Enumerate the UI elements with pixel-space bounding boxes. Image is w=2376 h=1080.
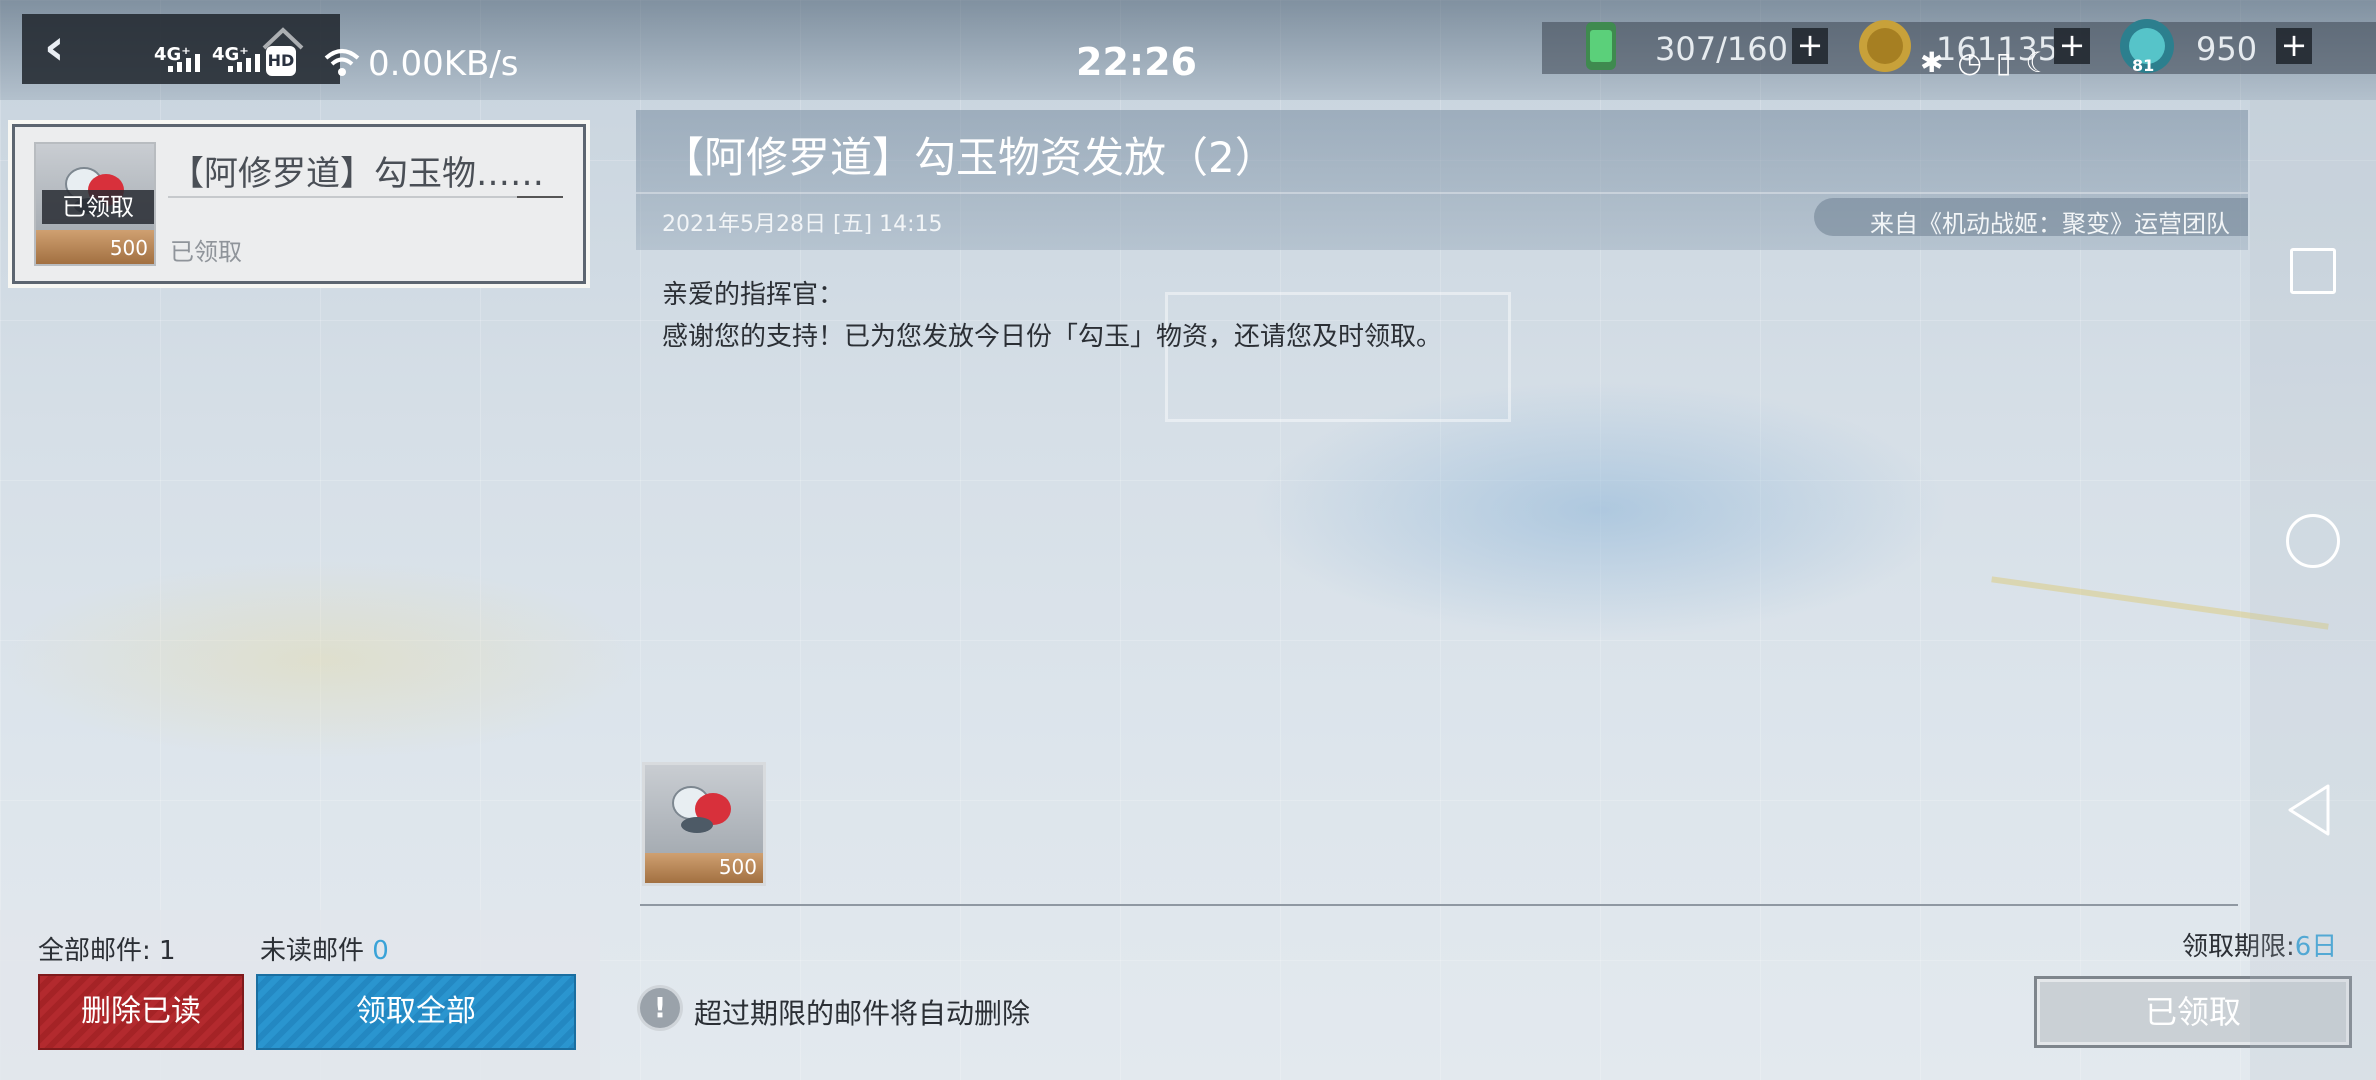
magatama-icon xyxy=(672,786,731,833)
signal-1-bars-icon xyxy=(168,54,200,72)
mail-list-item[interactable]: 已领取 500 【阿修罗道】勾玉物…… 已领取 xyxy=(8,120,590,288)
bluetooth-icon: ✱ xyxy=(1920,46,1944,79)
add-coins-button[interactable]: + xyxy=(2054,28,2090,64)
add-stamina-button[interactable]: + xyxy=(1792,28,1828,64)
moon-icon: ☾ xyxy=(2025,46,2051,79)
add-gems-button[interactable]: + xyxy=(2276,28,2312,64)
mail-sender: 来自《机动战姬：聚变》运营团队 xyxy=(1870,210,2230,238)
back-nav-icon[interactable] xyxy=(2284,782,2334,838)
stamina-icon xyxy=(1586,22,1616,70)
mail-item-divider-accent xyxy=(517,196,563,198)
unread-mail-label: 未读邮件 xyxy=(260,936,365,966)
attachment-item[interactable]: 500 xyxy=(642,762,766,886)
background-scene-glow xyxy=(0,560,640,760)
expiry-notice: 超过期限的邮件将自动删除 xyxy=(694,997,1031,1030)
mail-item-divider xyxy=(168,196,563,198)
mail-item-thumbnail: 已领取 500 xyxy=(34,142,156,266)
unread-mail-count: 未读邮件 0 xyxy=(260,930,389,967)
unread-mail-value: 0 xyxy=(372,936,389,966)
mail-detail-header: 【阿修罗道】勾玉物资发放（2） 2021年5月28日 [五] 14:15 来自《… xyxy=(636,110,2248,250)
total-mail-value: 1 xyxy=(159,936,176,966)
stamina-value: 307/160 xyxy=(1655,30,1788,68)
mail-summary-panel: 全部邮件: 1 未读邮件 0 删除已读 领取全部 xyxy=(0,910,600,1080)
system-status-icons: ✱ ◷ ▯ ☾ xyxy=(1920,46,2050,79)
mail-item-title: 【阿修罗道】勾玉物…… xyxy=(170,154,544,194)
thumbnail-count: 500 xyxy=(109,236,148,260)
mail-item-status: 已领取 xyxy=(170,238,242,266)
level-badge: 81 xyxy=(2132,56,2155,75)
background-frame xyxy=(1165,292,1511,422)
network-speed: 0.00KB/s xyxy=(368,44,519,84)
home-nav-icon[interactable] xyxy=(2286,514,2340,568)
claim-all-button[interactable]: 领取全部 xyxy=(256,974,576,1050)
alarm-icon: ◷ xyxy=(1957,46,1982,79)
total-mail-label: 全部邮件: xyxy=(38,936,151,966)
attachment-count: 500 xyxy=(718,855,757,879)
mail-detail-date: 2021年5月28日 [五] 14:15 xyxy=(662,212,943,237)
attachment-divider xyxy=(640,904,2238,906)
gems-value: 950 xyxy=(2196,30,2258,68)
coin-icon xyxy=(1859,20,1911,72)
recent-apps-icon[interactable] xyxy=(2290,248,2336,294)
warning-icon: ! xyxy=(640,988,680,1028)
mail-greeting: 亲爱的指挥官： xyxy=(662,280,845,310)
wifi-icon xyxy=(324,49,360,76)
signal-2-bars-icon xyxy=(228,54,260,72)
android-nav-bar xyxy=(2250,100,2376,1080)
mail-detail-title: 【阿修罗道】勾玉物资发放（2） xyxy=(662,133,1277,182)
claimed-ribbon: 已领取 xyxy=(42,190,154,224)
total-mail-count: 全部邮件: 1 xyxy=(38,930,176,967)
back-chevron-icon[interactable]: ‹ xyxy=(44,22,74,72)
sender-pill: 来自《机动战姬：聚变》运营团队 xyxy=(1814,198,2248,238)
delete-read-button[interactable]: 删除已读 xyxy=(38,974,244,1050)
hd-icon: HD xyxy=(266,46,296,76)
mail-body: 感谢您的支持！已为您发放今日份「勾玉」物资，还请您及时领取。 xyxy=(662,322,1443,352)
header-divider xyxy=(636,192,2248,194)
clock: 22:26 xyxy=(1076,40,1197,84)
vibrate-icon: ▯ xyxy=(1995,46,2012,79)
